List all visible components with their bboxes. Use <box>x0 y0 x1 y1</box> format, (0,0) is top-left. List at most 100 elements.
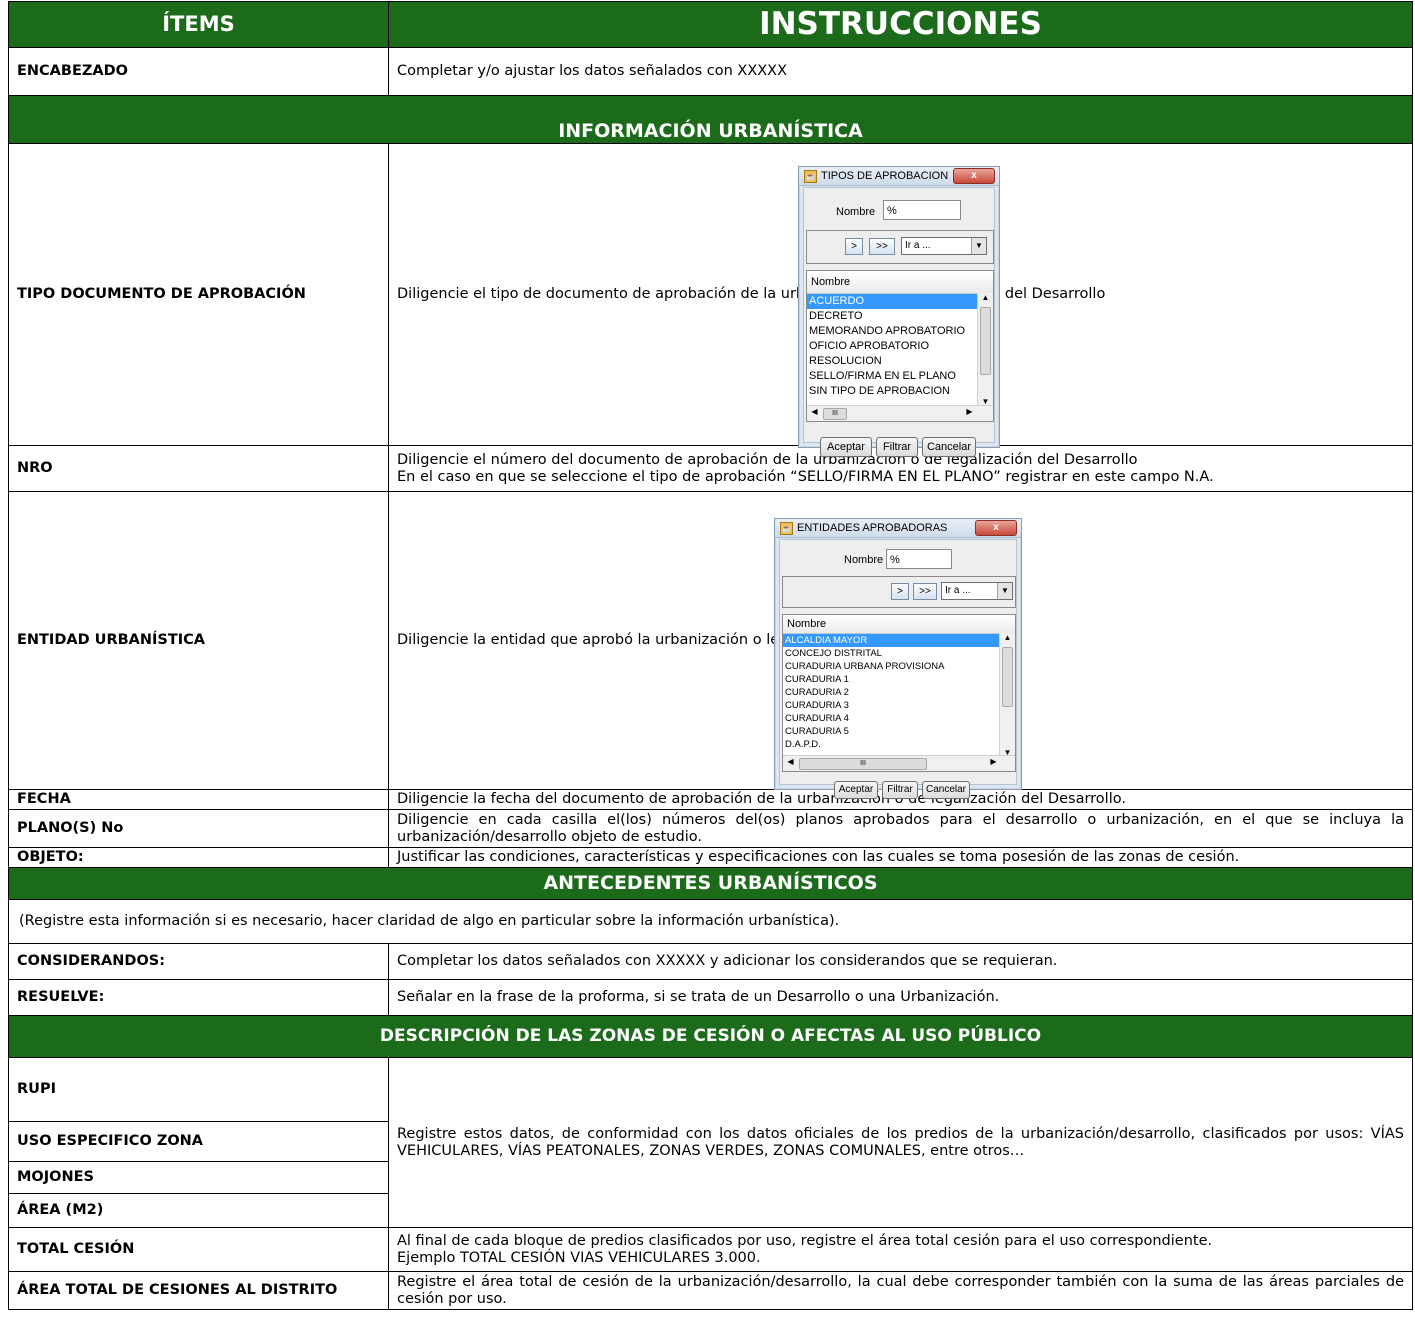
vertical-scrollbar[interactable]: ▲ ▼ <box>977 293 993 406</box>
close-icon[interactable]: x <box>975 520 1017 536</box>
list-item[interactable]: OFICIO APROBATORIO <box>807 339 993 354</box>
nombre-filter-input[interactable]: % <box>883 200 961 220</box>
nro-text-2: En el caso en que se seleccione el tipo … <box>397 468 1214 485</box>
items-column-header: ÍTEMS <box>8 1 389 48</box>
scroll-up-icon[interactable]: ▲ <box>1000 633 1015 642</box>
chevron-down-icon: ▼ <box>971 238 986 254</box>
rupi-label: RUPI <box>8 1057 389 1122</box>
navigation-panel: > >> Ir a ... ▼ <box>806 230 994 264</box>
scroll-right-icon[interactable]: ▶ <box>962 407 977 416</box>
table-row: CONSIDERANDOS: Completar los datos señal… <box>8 943 1413 980</box>
scroll-thumb[interactable]: III <box>799 758 927 770</box>
instructions-page: ÍTEMS INSTRUCCIONES ENCABEZADO Completar… <box>0 0 1415 1330</box>
plano-text: Diligencie en cada casilla el(los) númer… <box>388 809 1413 848</box>
table-row: ENTIDAD URBANÍSTICA Diligencie la entida… <box>8 491 1413 790</box>
horizontal-scrollbar[interactable]: ◀ III ▶ <box>807 405 993 421</box>
list-item[interactable]: DECRETO <box>807 309 993 324</box>
table-row: ÁREA TOTAL DE CESIONES AL DISTRITO Regis… <box>8 1271 1413 1310</box>
plano-label: PLANO(S) No <box>8 809 389 848</box>
last-page-button[interactable]: >> <box>869 238 895 255</box>
table-row: OBJETO: Justificar las condiciones, cara… <box>8 847 1413 868</box>
table-row: (Registre esta información si es necesar… <box>8 899 1413 944</box>
tipo-doc-label: TIPO DOCUMENTO DE APROBACIÓN <box>8 143 389 446</box>
dialog-title-bar: ☕ ENTIDADES APROBADORAS x <box>775 519 1021 538</box>
go-to-select[interactable]: Ir a ... ▼ <box>901 237 987 255</box>
area-total-text: Registre el área total de cesión de la u… <box>388 1271 1413 1310</box>
table-row: NRO Diligencie el número del documento d… <box>8 445 1413 492</box>
list-item[interactable]: CURADURIA URBANA PROVISIONA <box>783 660 1015 673</box>
list-item[interactable]: CURADURIA 1 <box>783 673 1015 686</box>
cancel-button[interactable]: Cancelar <box>922 781 970 799</box>
list-item[interactable]: CONCEJO DISTRITAL <box>783 647 1015 660</box>
list-column-header[interactable]: Nombre <box>783 615 1015 634</box>
vertical-scrollbar[interactable]: ▲ ▼ <box>999 633 1015 757</box>
list-rows: ACUERDO DECRETO MEMORANDO APROBATORIO OFICI… <box>807 294 993 399</box>
list-item[interactable]: CURADURIA 5 <box>783 725 1015 738</box>
encabezado-label: ENCABEZADO <box>8 47 389 96</box>
go-to-select-value: Ir a ... <box>945 585 971 596</box>
scroll-left-icon[interactable]: ◀ <box>783 757 798 766</box>
go-to-select-value: Ir a ... <box>905 240 931 251</box>
dialog-body: Nombre % > >> Ir a ... ▼ Nombre ALCALDIA … <box>779 539 1017 799</box>
scroll-thumb[interactable] <box>980 307 991 375</box>
section-row: INFORMACIÓN URBANÍSTICA <box>8 95 1413 144</box>
entidades-list: Nombre ALCALDIA MAYOR CONCEJO DISTRITAL CU… <box>782 614 1016 772</box>
accept-button[interactable]: Aceptar <box>820 437 872 457</box>
table-row: PLANO(S) No Diligencie en cada casilla e… <box>8 809 1413 848</box>
list-item[interactable]: CURADURIA 3 <box>783 699 1015 712</box>
horizontal-scrollbar[interactable]: ◀ III ▶ <box>783 755 1015 771</box>
section-row: DESCRIPCIÓN DE LAS ZONAS DE CESIÓN O AFE… <box>8 1015 1413 1058</box>
filter-button[interactable]: Filtrar <box>882 781 918 799</box>
nombre-label: Nombre <box>844 554 884 566</box>
considerandos-text: Completar los datos señalados con XXXXX … <box>388 943 1413 980</box>
total-cesion-label: TOTAL CESIÓN <box>8 1227 389 1272</box>
resuelve-text: Señalar en la frase de la proforma, si s… <box>388 979 1413 1016</box>
mojones-label: MOJONES <box>8 1161 389 1194</box>
table-header-row: ÍTEMS INSTRUCCIONES <box>8 1 1413 48</box>
close-icon[interactable]: x <box>953 168 995 184</box>
next-page-button[interactable]: > <box>891 583 909 600</box>
area-total-label: ÁREA TOTAL DE CESIONES AL DISTRITO <box>8 1271 389 1310</box>
fecha-label: FECHA <box>8 789 389 810</box>
next-page-button[interactable]: > <box>845 238 863 255</box>
scroll-thumb[interactable]: III <box>823 408 847 420</box>
list-item[interactable]: ACUERDO <box>807 294 993 309</box>
list-item[interactable]: D.A.P.D. <box>783 738 1015 751</box>
nombre-filter-input[interactable]: % <box>886 549 952 569</box>
list-column-header[interactable]: Nombre <box>807 271 993 294</box>
table-row: TOTAL CESIÓN Al final de cada bloque de … <box>8 1227 1413 1272</box>
list-item[interactable]: CURADURIA 4 <box>783 712 1015 725</box>
considerandos-label: CONSIDERANDOS: <box>8 943 389 980</box>
instructions-table: ÍTEMS INSTRUCCIONES ENCABEZADO Completar… <box>8 1 1413 1310</box>
last-page-button[interactable]: >> <box>913 583 937 600</box>
accept-button[interactable]: Aceptar <box>834 781 878 799</box>
total-cesion-cell: Al final de cada bloque de predios clasi… <box>388 1227 1413 1272</box>
list-item[interactable]: MEMORANDO APROBATORIO <box>807 324 993 339</box>
java-app-icon: ☕ <box>780 522 793 535</box>
list-item[interactable]: SELLO/FIRMA EN EL PLANO <box>807 369 993 384</box>
zonas-shared-text: Registre estos datos, de conformidad con… <box>388 1057 1413 1228</box>
entidad-label: ENTIDAD URBANÍSTICA <box>8 491 389 790</box>
table-row: RESUELVE: Señalar en la frase de la prof… <box>8 979 1413 1016</box>
chevron-down-icon: ▼ <box>997 583 1012 599</box>
table-row: RUPI Registre estos datos, de conformida… <box>8 1057 1413 1228</box>
list-item[interactable]: RESOLUCION <box>807 354 993 369</box>
scroll-right-icon[interactable]: ▶ <box>986 757 1001 766</box>
nombre-label: Nombre <box>836 206 876 218</box>
scroll-thumb[interactable] <box>1002 647 1013 707</box>
dialog-title-bar: ☕ TIPOS DE APROBACION x <box>799 167 999 186</box>
objeto-text: Justificar las condiciones, característi… <box>388 847 1413 868</box>
table-row: FECHA Diligencie la fecha del documento … <box>8 789 1413 810</box>
list-item[interactable]: ALCALDIA MAYOR <box>783 634 1015 647</box>
cancel-button[interactable]: Cancelar <box>922 437 976 457</box>
list-item[interactable]: CURADURIA 2 <box>783 686 1015 699</box>
navigation-panel: > >> Ir a ... ▼ <box>782 576 1016 608</box>
table-row: ENCABEZADO Completar y/o ajustar los dat… <box>8 47 1413 96</box>
list-item[interactable]: SIN TIPO DE APROBACION <box>807 384 993 399</box>
scroll-left-icon[interactable]: ◀ <box>807 407 822 416</box>
go-to-select[interactable]: Ir a ... ▼ <box>941 582 1013 600</box>
filter-button[interactable]: Filtrar <box>876 437 918 457</box>
scroll-up-icon[interactable]: ▲ <box>978 293 993 302</box>
zonas-title: DESCRIPCIÓN DE LAS ZONAS DE CESIÓN O AFE… <box>8 1015 1413 1058</box>
instructions-column-header: INSTRUCCIONES <box>388 1 1413 48</box>
